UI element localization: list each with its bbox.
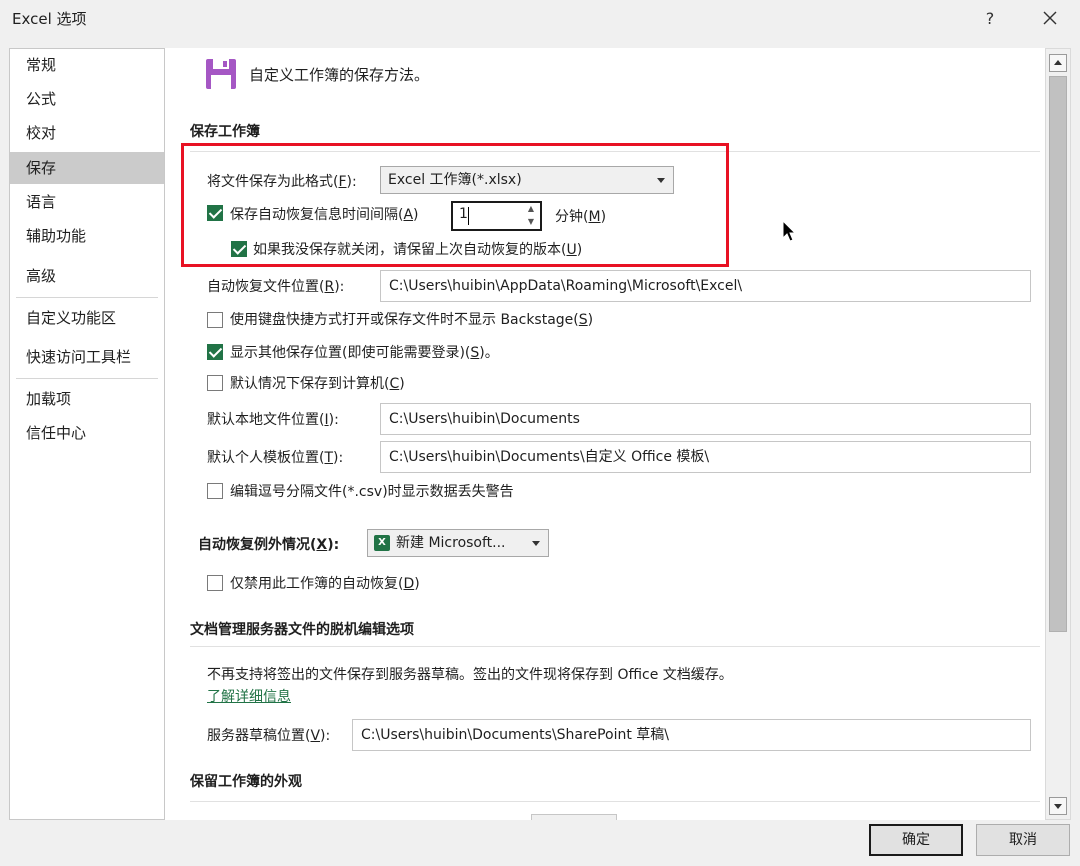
close-button[interactable]: [1036, 4, 1064, 32]
save-to-computer-label: 默认情况下保存到计算机(C): [230, 376, 405, 392]
offline-notice: 不再支持将签出的文件保存到服务器草稿。签出的文件现将保存到 Office 文档缓…: [207, 667, 733, 683]
nav-item-accessibility[interactable]: 辅助功能: [10, 220, 164, 252]
local-file-location-label: 默认本地文件位置(I):: [207, 412, 339, 428]
ok-button[interactable]: 确定: [869, 824, 963, 856]
autorecover-location-label: 自动恢复文件位置(R):: [207, 279, 345, 295]
autorecover-exceptions-label: 自动恢复例外情况(X):: [198, 537, 340, 553]
highlight-box: [181, 143, 729, 267]
category-nav: 常规 公式 校对 保存 语言 辅助功能 高级 自定义功能区 快速访问工具栏 加载…: [9, 48, 165, 820]
section-divider: [190, 646, 1040, 647]
csv-warning-label: 编辑逗号分隔文件(*.csv)时显示数据丢失警告: [230, 484, 514, 500]
nav-item-add-ins[interactable]: 加载项: [10, 383, 164, 415]
excel-icon: X: [374, 535, 390, 551]
exceptions-workbook-value: 新建 Microsoft...: [396, 535, 506, 551]
page-description: 自定义工作簿的保存方法。: [249, 66, 430, 84]
nav-item-advanced[interactable]: 高级: [10, 260, 164, 292]
close-icon: [1043, 11, 1057, 25]
no-backstage-checkbox[interactable]: [207, 312, 223, 328]
template-location-input[interactable]: C:\Users\huibin\Documents\自定义 Office 模板\: [380, 441, 1031, 473]
save-icon: [205, 58, 237, 90]
show-other-locations-label: 显示其他保存位置(即使可能需要登录)(S)。: [230, 345, 499, 361]
section-heading-save-workbooks: 保存工作簿: [190, 124, 260, 140]
section-heading-offline-editing: 文档管理服务器文件的脱机编辑选项: [190, 622, 414, 638]
cancel-button[interactable]: 取消: [976, 824, 1070, 856]
scrollbar-thumb[interactable]: [1049, 76, 1067, 632]
disable-autorecover-label: 仅禁用此工作簿的自动恢复(D): [230, 576, 420, 592]
nav-divider: [16, 378, 158, 379]
nav-item-quick-access-toolbar[interactable]: 快速访问工具栏: [10, 341, 164, 373]
save-to-computer-checkbox[interactable]: [207, 375, 223, 391]
disable-autorecover-checkbox[interactable]: [207, 575, 223, 591]
chevron-down-icon: [532, 541, 540, 546]
nav-item-trust-center[interactable]: 信任中心: [10, 417, 164, 449]
learn-more-link[interactable]: 了解详细信息: [207, 686, 291, 706]
scroll-down-icon[interactable]: [1049, 797, 1067, 815]
section-heading-appearance: 保留工作簿的外观: [190, 774, 302, 790]
show-other-locations-checkbox[interactable]: [207, 344, 223, 360]
partial-dropdown[interactable]: [531, 814, 617, 820]
options-content: 自定义工作簿的保存方法。 保存工作簿 将文件保存为此格式(F): Excel 工…: [165, 48, 1045, 820]
exceptions-workbook-dropdown[interactable]: X 新建 Microsoft...: [367, 529, 549, 557]
nav-item-formulas[interactable]: 公式: [10, 83, 164, 115]
mouse-cursor-icon: [782, 219, 798, 244]
csv-warning-checkbox[interactable]: [207, 483, 223, 499]
nav-item-general[interactable]: 常规: [10, 49, 164, 81]
nav-item-save[interactable]: 保存: [10, 152, 164, 184]
local-file-location-input[interactable]: C:\Users\huibin\Documents: [380, 403, 1031, 435]
scroll-up-icon[interactable]: [1049, 54, 1067, 72]
nav-item-language[interactable]: 语言: [10, 186, 164, 218]
no-backstage-label: 使用键盘快捷方式打开或保存文件时不显示 Backstage(S): [230, 312, 594, 328]
nav-item-proofing[interactable]: 校对: [10, 117, 164, 149]
section-divider: [190, 801, 1040, 802]
nav-divider: [16, 297, 158, 298]
help-button[interactable]: ?: [976, 6, 1004, 32]
template-location-label: 默认个人模板位置(T):: [207, 450, 344, 466]
server-drafts-label: 服务器草稿位置(V):: [207, 728, 331, 744]
autorecover-location-input[interactable]: C:\Users\huibin\AppData\Roaming\Microsof…: [380, 270, 1031, 302]
nav-item-customize-ribbon[interactable]: 自定义功能区: [10, 302, 164, 334]
title-bar: Excel 选项 ?: [0, 0, 1080, 40]
window-title: Excel 选项: [12, 10, 87, 28]
server-drafts-input[interactable]: C:\Users\huibin\Documents\SharePoint 草稿\: [352, 719, 1031, 751]
